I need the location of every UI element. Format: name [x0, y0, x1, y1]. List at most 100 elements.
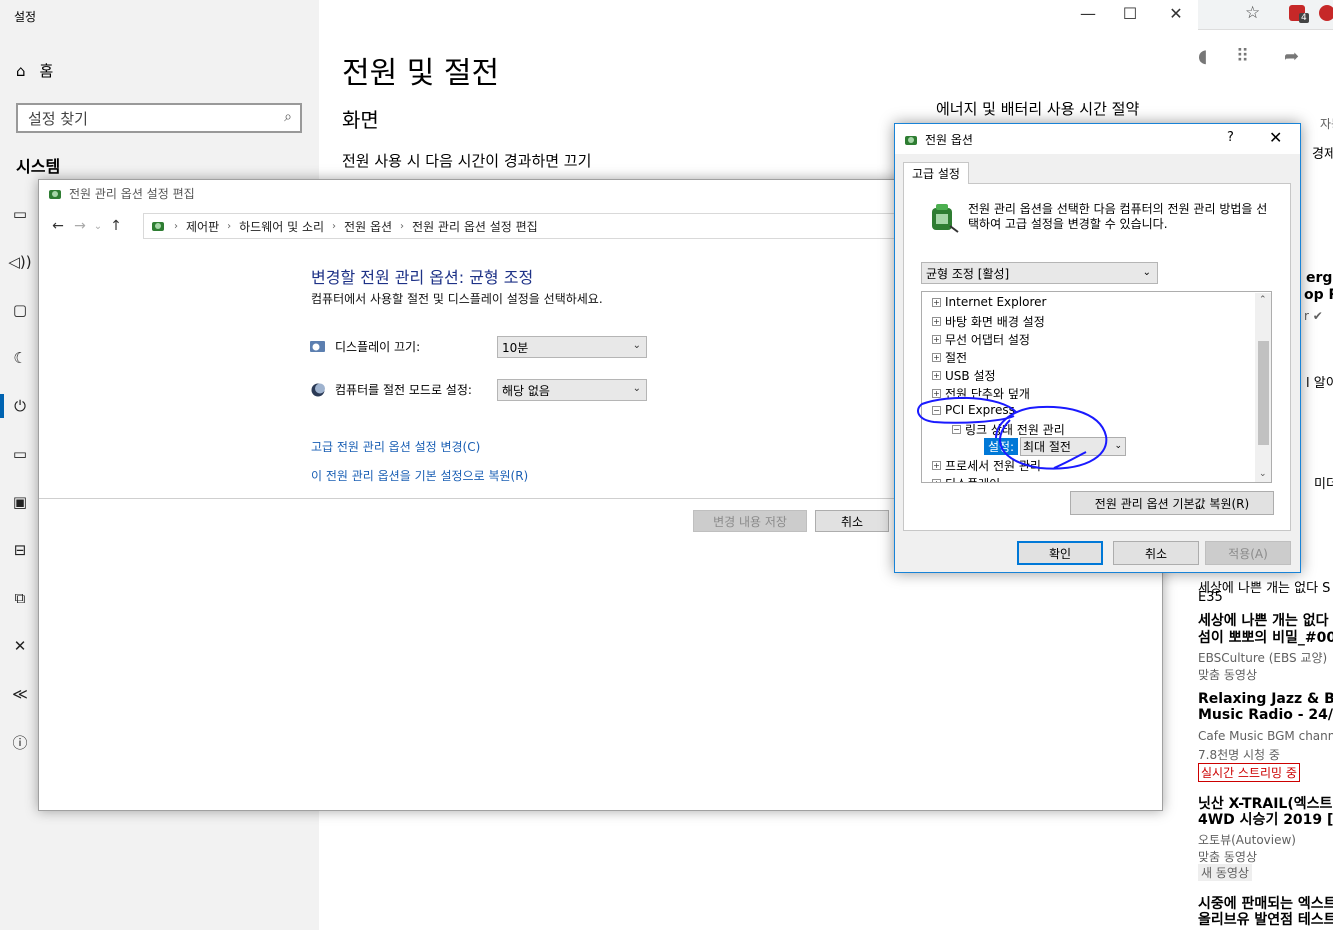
sound-icon[interactable]: ◁)) [0, 238, 40, 286]
browser-text: 7.8천명 시청 중 [1198, 748, 1280, 762]
tree-item[interactable]: + 전원 단추와 덮개 [932, 385, 1030, 402]
section-title: 시스템 [16, 157, 61, 176]
chevron-down-icon: ⌄ [632, 340, 641, 351]
settings-title: 설정 [14, 10, 37, 24]
share-icon[interactable]: ➦ [1284, 46, 1299, 67]
apps-grid-icon[interactable]: ⠿ [1236, 46, 1249, 67]
back-arrow-icon[interactable]: ← [47, 218, 69, 234]
screen-timeout-label: 전원 사용 시 다음 시간이 경과하면 끄기 [342, 152, 592, 170]
display-off-label: 디스플레이 끄기: [335, 340, 421, 354]
setting-label-selected[interactable]: 설정: [984, 438, 1018, 455]
about-icon[interactable]: ⓘ [0, 718, 40, 766]
bookmark-star-icon[interactable]: ☆ [1245, 3, 1260, 23]
scroll-up-icon[interactable]: ⌃ [1259, 295, 1267, 305]
tree-item[interactable]: + USB 설정 [932, 367, 996, 384]
cast-icon[interactable]: ◖ [1198, 46, 1207, 67]
forward-arrow-icon[interactable]: → [69, 218, 91, 234]
tree-scrollbar[interactable]: ⌃ ⌄ [1255, 293, 1271, 482]
settings-tree[interactable]: + Internet Explorer + 바탕 화면 배경 설정 + 무선 어댑터 설정… [921, 291, 1272, 483]
sleep-select[interactable]: 해당 없음 ⌄ [497, 379, 647, 401]
battery-icon[interactable]: ▭ [0, 430, 40, 478]
tree-item-label: 절전 [945, 351, 968, 365]
tablet-icon[interactable]: ⊟ [0, 526, 40, 574]
help-icon[interactable]: ? [1227, 130, 1234, 145]
up-arrow-icon[interactable]: ↑ [105, 218, 127, 234]
ok-button[interactable]: 확인 [1017, 541, 1103, 565]
focus-assist-icon[interactable]: ☾ [0, 334, 40, 382]
settings-search-input[interactable]: 설정 찾기 ⌕ [16, 103, 302, 133]
collapse-icon[interactable]: − [932, 405, 941, 415]
collapse-icon[interactable]: − [952, 425, 961, 434]
power-options-icon [49, 189, 61, 199]
breadcrumb-item[interactable]: 전원 옵션 [344, 218, 392, 235]
breadcrumb[interactable]: › 제어판 › 하드웨어 및 소리 › 전원 옵션 › 전원 관리 옵션 설정 … [143, 213, 897, 239]
close-icon[interactable]: ✕ [1166, 4, 1186, 23]
plan-select[interactable]: 균형 조정 [활성] ⌄ [921, 262, 1158, 284]
minimize-icon[interactable]: — [1078, 4, 1098, 23]
multitasking-icon[interactable]: ⧉ [0, 574, 40, 622]
close-icon[interactable]: ✕ [1269, 128, 1282, 147]
storage-icon[interactable]: ▣ [0, 478, 40, 526]
browser-text: 올리브유 발연점 테스트 [1198, 912, 1333, 928]
breadcrumb-item[interactable]: 제어판 [186, 218, 219, 235]
expand-icon[interactable]: + [932, 353, 941, 362]
tree-item-label: 프로세서 전원 관리 [945, 459, 1041, 473]
power-icon[interactable]: ⏻ [0, 382, 40, 430]
display-off-select[interactable]: 10분 ⌄ [497, 336, 647, 358]
projecting-icon[interactable]: ✕ [0, 622, 40, 670]
cp-cancel-button[interactable]: 취소 [815, 510, 889, 532]
maximize-icon[interactable]: ☐ [1120, 4, 1140, 23]
tree-item[interactable]: + 프로세서 전원 관리 [932, 457, 1041, 474]
tree-item[interactable]: + Internet Explorer [932, 295, 1046, 309]
expand-icon[interactable]: + [932, 297, 941, 307]
address-row: ← → ⌄ ↑ › 제어판 › 하드웨어 및 소리 › 전원 옵션 › 전원 관… [39, 212, 897, 240]
tab-advanced-settings[interactable]: 고급 설정 [903, 162, 969, 184]
tree-item[interactable]: + 무선 어댑터 설정 [932, 331, 1030, 348]
breadcrumb-item[interactable]: 전원 관리 옵션 설정 편집 [412, 218, 538, 235]
apply-button[interactable]: 적용(A) [1205, 541, 1291, 565]
breadcrumb-item[interactable]: 하드웨어 및 소리 [239, 218, 324, 235]
browser-text: 미더드 [1314, 477, 1333, 492]
expand-icon[interactable]: + [932, 479, 941, 482]
restore-plan-defaults-button[interactable]: 전원 관리 옵션 기본값 복원(R) [1070, 491, 1274, 515]
adblock-icon[interactable] [1319, 5, 1333, 21]
tree-item[interactable]: + 절전 [932, 349, 967, 366]
tree-item[interactable]: − PCI Express [932, 403, 1015, 417]
battery-plug-icon [932, 204, 959, 233]
plan-heading: 변경할 전원 관리 옵션: 균형 조정 [311, 268, 534, 287]
recent-dropdown-icon[interactable]: ⌄ [91, 221, 105, 232]
expand-icon[interactable]: + [932, 335, 941, 344]
advanced-settings-link[interactable]: 고급 전원 관리 옵션 설정 변경(C) [311, 438, 480, 455]
home-nav-item[interactable]: ⌂ 홈 [16, 60, 53, 81]
expand-icon[interactable]: + [932, 389, 941, 398]
shared-experiences-icon[interactable]: ≪ [0, 670, 40, 718]
chevron-right-icon: › [400, 220, 405, 232]
sleep-label: 컴퓨터를 절전 모드로 설정: [335, 383, 472, 397]
notifications-icon[interactable]: ▢ [0, 286, 40, 334]
expand-icon[interactable]: + [932, 317, 941, 326]
scroll-down-icon[interactable]: ⌄ [1259, 469, 1267, 479]
tree-item-label: Internet Explorer [945, 295, 1047, 309]
browser-text: EBSCulture (EBS 교양) [1198, 651, 1328, 665]
chevron-down-icon: ⌄ [632, 383, 641, 394]
tree-item[interactable]: + 바탕 화면 배경 설정 [932, 313, 1045, 330]
save-changes-button[interactable]: 변경 내용 저장 [693, 510, 807, 532]
expand-icon[interactable]: + [932, 461, 941, 470]
restore-defaults-link[interactable]: 이 전원 관리 옵션을 기본 설정으로 복원(R) [311, 467, 528, 484]
divider [39, 498, 897, 499]
tree-item-label: 바탕 화면 배경 설정 [945, 315, 1045, 329]
scroll-thumb[interactable] [1258, 341, 1269, 445]
tree-item[interactable]: − 링크 상태 전원 관리 [952, 421, 1065, 438]
power-options-dialog: 전원 옵션 ? ✕ 고급 설정 전원 관리 옵션을 선택한 다음 컴퓨터의 전원… [894, 123, 1301, 573]
tree-item-label: 전원 단추와 덮개 [945, 387, 1030, 401]
cp-titlebar: 전원 관리 옵션 설정 편집 [47, 185, 195, 202]
tree-item[interactable]: + 디스플레이 [932, 475, 1000, 482]
setting-value: 최대 절전 [1023, 440, 1071, 454]
chevron-down-icon: ⌄ [1142, 267, 1151, 278]
display-icon[interactable]: ▭ [0, 190, 40, 238]
plan-description: 컴퓨터에서 사용할 절전 및 디스플레이 설정을 선택하세요. [311, 292, 603, 306]
expand-icon[interactable]: + [932, 371, 941, 380]
plan-value: 균형 조정 [활성] [926, 266, 1010, 281]
setting-value-select[interactable]: 최대 절전 ⌄ [1020, 437, 1126, 456]
po-cancel-button[interactable]: 취소 [1113, 541, 1199, 565]
